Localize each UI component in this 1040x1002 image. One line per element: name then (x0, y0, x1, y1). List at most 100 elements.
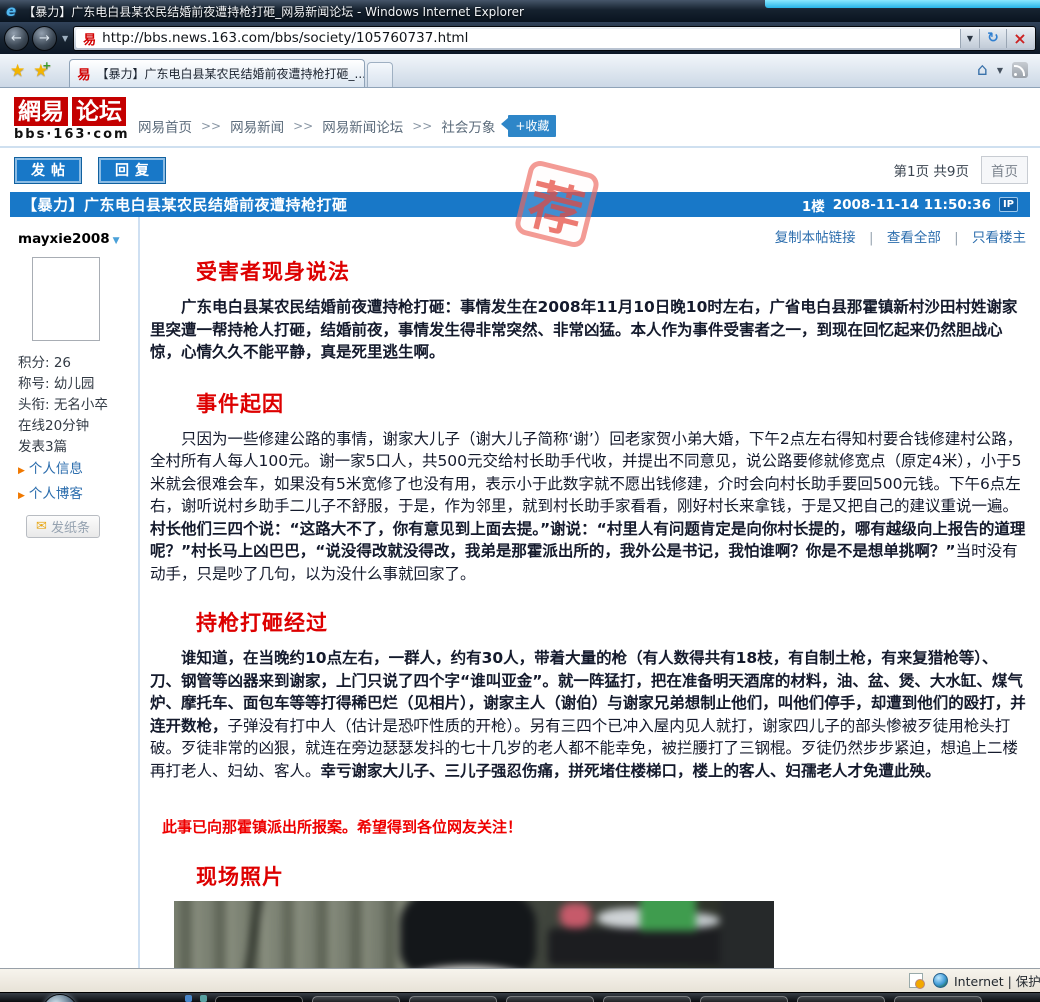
refresh-icon: ↻ (987, 30, 999, 46)
quick-launch-icon[interactable] (185, 995, 192, 1002)
photo-blur-layer (174, 901, 774, 968)
quick-launch-icon[interactable] (200, 995, 207, 1002)
window-title: 【暴力】广东电白县某农民结婚前夜遭持枪打砸_网易新闻论坛 - Windows I… (23, 3, 524, 20)
page-warning-icon (909, 973, 923, 988)
address-dropdown-icon[interactable]: ▼ (960, 29, 979, 48)
paragraph-attack: 谁知道，在当晚约10点左右，一群人，约有30人，带着大量的枪（有人数得共有18枝… (150, 647, 1028, 782)
security-zone-text: Internet | 保护模式 (954, 971, 1040, 990)
button-text: 发纸条 (51, 517, 90, 536)
page-viewport: 網易 论坛 bbs·163·com 网易首页 >> 网易新闻 >> 网易新闻论坛… (0, 88, 1040, 968)
bullet-icon: ▶ (18, 466, 25, 476)
section-heading-photos: 现场照片 (196, 861, 1028, 891)
stop-icon: × (1013, 29, 1026, 48)
action-separator: | (869, 230, 874, 246)
floor-number: 1楼 (802, 195, 825, 215)
cause-text-quote: 村长他们三四个说：“这路大不了，你有意见到上面去提。”谢说：“村里人有问题肯定是… (150, 520, 1025, 561)
sidebar-link-blog[interactable]: ▶ 个人博客 (18, 483, 138, 508)
logo-netease: 網易 (14, 97, 68, 126)
paragraph-victim: 广东电白县某农民结婚前夜遭持枪打砸：事情发生在2008年11月10日晚10时左右… (150, 296, 1028, 364)
home-icon[interactable]: ⌂ (977, 60, 988, 80)
page-info: 第1页 共9页 (894, 160, 969, 180)
rss-feed-icon[interactable] (1012, 62, 1028, 78)
author-stat-points: 积分: 26 (18, 353, 138, 374)
tab-title: 【暴力】广东电白县某农民结婚前夜遭持枪打砸_... (97, 65, 365, 82)
breadcrumb-item-home[interactable]: 网易首页 (138, 116, 192, 136)
ip-badge[interactable]: IP (999, 197, 1018, 212)
author-stat-online: 在线20分钟 (18, 416, 138, 437)
bullet-icon: ▶ (18, 491, 25, 501)
reply-button[interactable]: 回复 (98, 157, 166, 184)
attack-text-c: 幸亏谢家大儿子、三儿子强忍伤痛，拼死堵住楼梯口，楼上的客人、妇孺老人才免遭此殃。 (321, 762, 941, 780)
tab-favicon-icon: 易 (78, 64, 91, 83)
home-dropdown-icon[interactable]: ▼ (997, 66, 1003, 75)
username-text: mayxie2008 (18, 231, 110, 247)
refresh-button[interactable]: ↻ (979, 29, 1006, 48)
site-favicon-icon: 易 (83, 29, 96, 48)
sidebar-link-profile[interactable]: ▶个人信息 (18, 458, 138, 483)
envelope-icon: ✉ (36, 519, 47, 534)
cause-text-a: 只因为一些修建公路的事情，谢家大儿子（谢大儿子简称‘谢’）回老家贺小弟大婚，下午… (150, 430, 1022, 516)
taskbar-button[interactable] (894, 996, 982, 1002)
breadcrumb-item-society[interactable]: 社会万象 (441, 116, 495, 136)
send-message-button[interactable]: ✉ 发纸条 (26, 515, 100, 538)
internet-zone-globe-icon (933, 973, 948, 988)
post-content: 复制本帖链接 | 查看全部 | 只看楼主 受害者现身说法 广东电白县某农民结婚前… (140, 217, 1040, 968)
chevron-down-icon: ▼ (113, 236, 120, 246)
taskbar-button[interactable] (312, 996, 400, 1002)
breadcrumb-separator: >> (201, 119, 221, 133)
url-text: http://bbs.news.163.com/bbs/society/1057… (102, 30, 468, 46)
author-only-action[interactable]: 只看楼主 (972, 230, 1026, 246)
tab-bar: ★ ★+ 易 【暴力】广东电白县某农民结婚前夜遭持枪打砸_... ⌂ ▼ (0, 54, 1040, 88)
author-username[interactable]: mayxie2008▼ (18, 231, 138, 247)
glass-highlight (765, 0, 1040, 8)
scene-photo (174, 901, 774, 968)
action-separator: | (954, 230, 959, 246)
plus-icon: + (42, 59, 51, 72)
address-bar: 易 http://bbs.news.163.com/bbs/society/10… (73, 26, 1036, 51)
post-title: 【暴力】广东电白县某农民结婚前夜遭持枪打砸 (22, 194, 348, 215)
breadcrumb: 网易首页 >> 网易新闻 >> 网易新闻论坛 >> 社会万象 +收藏 (138, 115, 556, 137)
copy-link-action[interactable]: 复制本帖链接 (775, 230, 856, 246)
new-post-button[interactable]: 发帖 (14, 157, 82, 184)
add-favorite-badge[interactable]: +收藏 (508, 115, 556, 137)
taskbar-button[interactable] (797, 996, 885, 1002)
favorites-star-icon[interactable]: ★ (10, 61, 25, 81)
section-heading-attack: 持枪打砸经过 (196, 607, 1028, 637)
status-bar: Internet | 保护模式 (0, 968, 1040, 992)
taskbar-button[interactable] (700, 996, 788, 1002)
view-all-action[interactable]: 查看全部 (887, 230, 941, 246)
report-notice: 此事已向那霍镇派出所报案。希望得到各位网友关注！ (162, 816, 1028, 837)
taskbar-button[interactable] (215, 996, 303, 1002)
back-button[interactable]: ← (4, 26, 29, 51)
navigation-bar: ← → ▼ 易 http://bbs.news.163.com/bbs/soci… (0, 22, 1040, 54)
author-stat-posts: 发表3篇 (18, 437, 138, 458)
history-dropdown-icon[interactable]: ▼ (62, 34, 68, 43)
taskbar-button[interactable] (603, 996, 691, 1002)
author-stat-title: 头衔: 无名小卒 (18, 395, 138, 416)
start-button[interactable] (42, 994, 78, 1002)
section-heading-cause: 事件起因 (196, 388, 1028, 418)
stop-button[interactable]: × (1006, 29, 1033, 48)
avatar (32, 257, 100, 341)
address-input[interactable]: 易 http://bbs.news.163.com/bbs/society/10… (76, 29, 960, 48)
windows-taskbar (0, 992, 1040, 1002)
forward-button[interactable]: → (32, 26, 57, 51)
ie-logo-icon: e (6, 2, 16, 20)
breadcrumb-item-news[interactable]: 网易新闻 (230, 116, 284, 136)
link-text: 个人博客 (29, 486, 83, 502)
first-page-button[interactable]: 首页 (981, 156, 1028, 184)
breadcrumb-separator: >> (293, 119, 313, 133)
add-favorite-icon[interactable]: ★+ (33, 61, 48, 81)
browser-tab[interactable]: 易 【暴力】广东电白县某农民结婚前夜遭持枪打砸_... (69, 59, 365, 87)
taskbar-button[interactable] (409, 996, 497, 1002)
author-sidebar: mayxie2008▼ 积分: 26 称号: 幼儿园 头衔: 无名小卒 在线20… (0, 217, 140, 968)
taskbar-button[interactable] (506, 996, 594, 1002)
breadcrumb-item-news-forum[interactable]: 网易新闻论坛 (322, 116, 403, 136)
paragraph-cause: 只因为一些修建公路的事情，谢家大儿子（谢大儿子简称‘谢’）回老家贺小弟大婚，下午… (150, 428, 1028, 586)
new-tab-stub[interactable] (367, 62, 393, 87)
site-header: 網易 论坛 bbs·163·com 网易首页 >> 网易新闻 >> 网易新闻论坛… (0, 88, 1040, 146)
window-titlebar: e 【暴力】广东电白县某农民结婚前夜遭持枪打砸_网易新闻论坛 - Windows… (0, 0, 1040, 22)
section-heading-victim: 受害者现身说法 (196, 256, 1028, 286)
post-timestamp: 2008-11-14 11:50:36 (833, 197, 991, 213)
forum-toolbar: 发帖 回复 第1页 共9页 首页 (0, 148, 1040, 190)
